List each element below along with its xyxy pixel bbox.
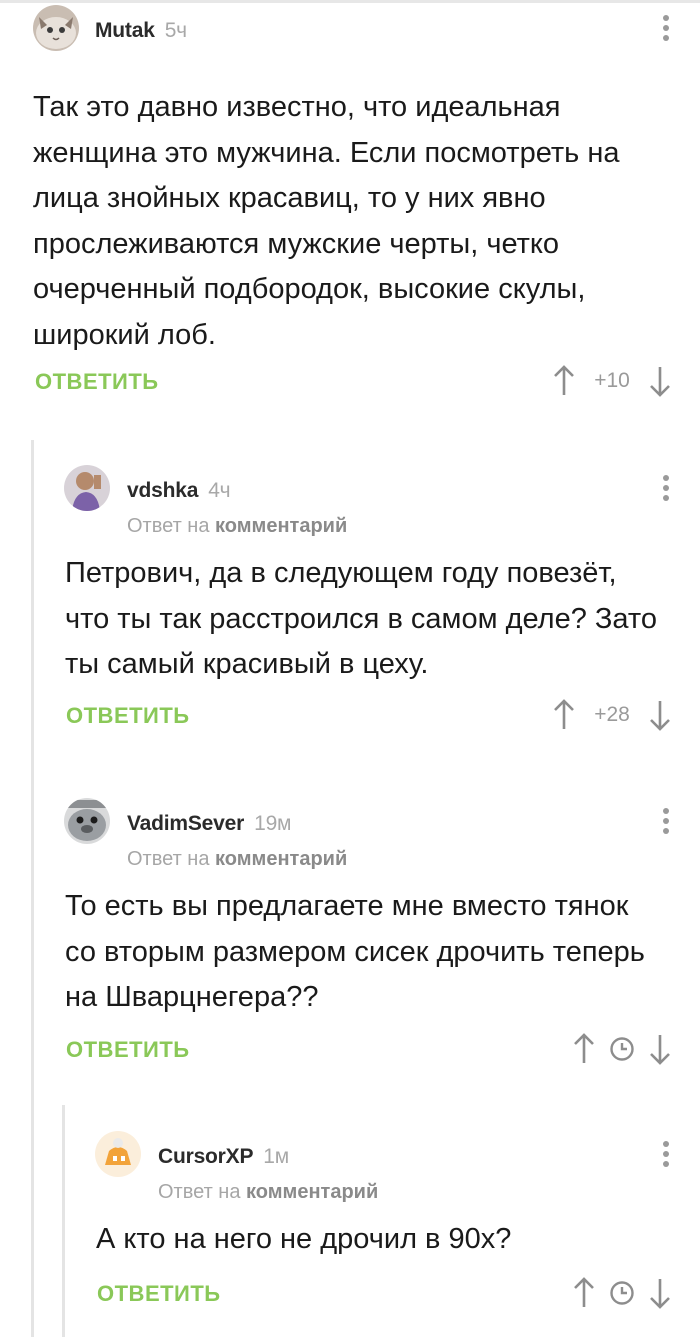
avatar[interactable] (95, 1131, 141, 1177)
upvote-icon[interactable] (552, 365, 576, 397)
upvote-icon[interactable] (572, 1033, 596, 1065)
author-name[interactable]: Mutak 5ч (95, 19, 187, 43)
rating-controls (572, 1029, 672, 1069)
rating-controls: +10 (552, 361, 672, 401)
reply-button[interactable]: ОТВЕТИТЬ (66, 703, 190, 729)
clock-icon (596, 1280, 648, 1306)
reply-to-line: Ответ на комментарий (127, 515, 348, 537)
more-options-icon[interactable] (662, 15, 670, 45)
comment-time: 4ч (208, 479, 231, 502)
rating-score: +28 (594, 703, 630, 726)
comment-header: Mutak 5ч (33, 5, 700, 55)
reply-button[interactable]: ОТВЕТИТЬ (35, 369, 159, 395)
comment: VadimSever 19м Ответ на комментарий То ес… (64, 798, 700, 1098)
rating-controls (572, 1273, 672, 1313)
comment-time: 1м (263, 1145, 289, 1168)
comment-text: То есть вы предлагаете мне вместо тянок … (65, 890, 645, 1013)
more-options-icon[interactable] (662, 475, 670, 505)
clock-icon (596, 1036, 648, 1062)
rating-controls: +28 (552, 695, 672, 735)
more-options-icon[interactable] (662, 808, 670, 838)
avatar[interactable] (64, 798, 110, 844)
reply-button[interactable]: ОТВЕТИТЬ (66, 1037, 190, 1063)
comment: CursorXP 1м Ответ на комментарий А кто на… (95, 1131, 700, 1337)
comment-header: CursorXP 1м Ответ на комментарий (95, 1131, 700, 1203)
upvote-icon[interactable] (552, 699, 576, 731)
reply-to-line: Ответ на комментарий (127, 848, 348, 870)
downvote-icon[interactable] (648, 1277, 672, 1309)
rating-score: +10 (594, 369, 630, 392)
downvote-icon[interactable] (648, 1033, 672, 1065)
comment-text: Петрович, да в следующем году повезёт, ч… (65, 557, 658, 680)
reply-to-link[interactable]: комментарий (215, 515, 347, 537)
author-name[interactable]: vdshka 4ч (127, 479, 231, 503)
author-name[interactable]: CursorXP 1м (158, 1145, 289, 1169)
comment: vdshka 4ч Ответ на комментарий Петрович, … (64, 465, 700, 765)
more-options-icon[interactable] (662, 1141, 670, 1171)
reply-to-link[interactable]: комментарий (246, 1181, 378, 1203)
comment: Mutak 5ч Так это давно известно, что идеа… (33, 5, 700, 425)
downvote-icon[interactable] (648, 365, 672, 397)
comment-time: 19м (254, 812, 292, 835)
reply-to-link[interactable]: комментарий (215, 848, 347, 870)
reply-to-line: Ответ на комментарий (158, 1181, 379, 1203)
comment-text: Так это давно известно, что идеальная же… (33, 91, 620, 351)
upvote-icon[interactable] (572, 1277, 596, 1309)
top-divider (0, 0, 700, 3)
downvote-icon[interactable] (648, 699, 672, 731)
thread-line-level-1 (31, 440, 34, 1337)
comment-header: vdshka 4ч Ответ на комментарий (64, 465, 700, 537)
reply-button[interactable]: ОТВЕТИТЬ (97, 1281, 221, 1307)
avatar[interactable] (33, 5, 79, 51)
avatar[interactable] (64, 465, 110, 511)
comment-time: 5ч (164, 19, 187, 42)
thread-line-level-2 (62, 1105, 65, 1337)
author-name[interactable]: VadimSever 19м (127, 812, 291, 836)
comment-text: А кто на него не дрочил в 90х? (96, 1223, 512, 1255)
comment-header: VadimSever 19м Ответ на комментарий (64, 798, 700, 870)
